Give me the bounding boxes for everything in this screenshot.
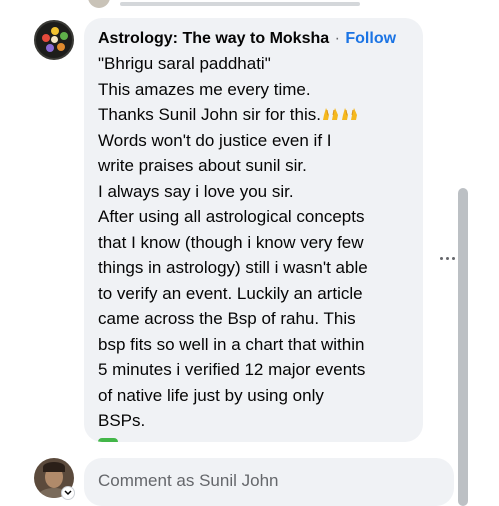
comment-line: of native life just by using only [98,385,324,405]
chevron-down-icon[interactable] [61,486,75,500]
page-avatar[interactable] [34,20,74,60]
comment-line: BSPs. [98,411,146,430]
comment-line: Thanks Sunil John sir for this. [98,102,414,128]
previous-comment-cutoff [0,0,499,8]
comment-header: Astrology: The way to Moksha · Follow [98,29,396,48]
comment-author[interactable]: Astrology: The way to Moksha [98,30,329,47]
comment-input[interactable] [98,468,438,494]
scrollbar-thumb[interactable] [458,188,468,506]
comment-bubble: Astrology: The way to Moksha · Follow "B… [84,18,423,442]
comment-line: bsp fits so well in a chart that within [98,334,365,354]
comment-line: that I know (though i know very few [98,232,364,252]
comment-line: 5 minutes i verified 12 major events [98,360,366,379]
comment-body: "Bhrigu saral paddhati" This amazes me e… [98,51,414,434]
comment-line-text: Thanks Sunil John sir for this. [98,105,321,124]
folded-hands-emoji [322,108,338,120]
comment-line: write praises about sunil sir. [98,156,307,175]
comment-line: I always say i love you sir. [98,181,294,201]
comment-line: came across the Bsp of rahu. This [98,309,356,328]
comment-line: "Bhrigu saral paddhati" [98,54,271,73]
comment-line: This amazes me every time. [98,79,311,99]
comment-line: Words won't do justice even if I [98,130,332,150]
folded-hands-emoji [341,108,357,120]
previous-avatar [88,0,110,8]
comment-line: After using all astrological concepts [98,207,365,226]
follow-button[interactable]: Follow [345,30,396,47]
comment-line: things in astrology) still i wasn't able [98,258,368,277]
more-options-icon[interactable] [436,248,458,268]
comment-line: to verify an event. Luckily an article [98,283,363,303]
green-check-emoji [98,438,118,442]
comment-composer[interactable] [84,458,454,506]
previous-text [120,2,360,6]
separator-dot: · [334,30,340,47]
